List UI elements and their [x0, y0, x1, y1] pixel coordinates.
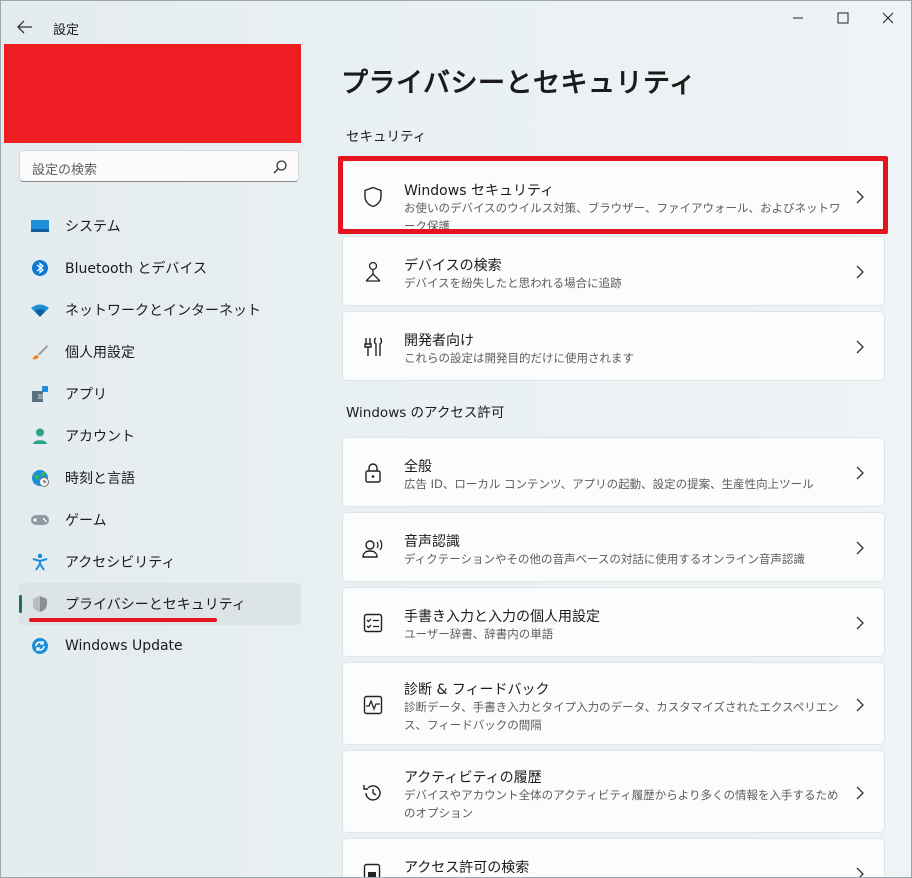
- person-icon: [30, 426, 50, 446]
- app-title: 設定: [53, 23, 80, 38]
- card-search-permissions[interactable]: アクセス許可の検索: [342, 838, 885, 877]
- search-icon: [273, 160, 287, 174]
- card-title: 診断 & フィードバック: [404, 682, 550, 698]
- card-description: デバイスを紛失したと思われる場合に追跡: [404, 276, 622, 290]
- sidebar-item-personalization[interactable]: 個人用設定: [19, 331, 301, 373]
- sidebar-item-label: システム: [65, 219, 121, 235]
- card-title: アクティビティの履歴: [404, 770, 542, 786]
- card-title: 手書き入力と入力の個人用設定: [404, 609, 600, 625]
- card-general[interactable]: 全般 広告 ID、ローカル コンテンツ、アプリの起動、設定の提案、生産性向上ツー…: [342, 437, 885, 507]
- close-icon: [882, 12, 894, 24]
- maximize-button[interactable]: [826, 7, 860, 29]
- back-arrow-icon: [17, 20, 32, 34]
- globe-clock-icon: [30, 468, 50, 488]
- sidebar-item-label: ネットワークとインターネット: [65, 303, 261, 319]
- section-label-windows-permissions: Windows のアクセス許可: [346, 405, 505, 421]
- sidebar-item-label: プライバシーとセキュリティ: [65, 597, 246, 613]
- card-description: ディクテーションやその他の音声ベースの対話に使用するオンライン音声認識: [404, 552, 805, 566]
- sidebar-item-gaming[interactable]: ゲーム: [19, 499, 301, 541]
- wifi-icon: [30, 300, 50, 320]
- speech-icon: [361, 536, 385, 560]
- card-inking-typing[interactable]: 手書き入力と入力の個人用設定 ユーザー辞書、辞書内の単語: [342, 587, 885, 657]
- card-title: 開発者向け: [404, 333, 474, 349]
- back-button[interactable]: [13, 15, 37, 39]
- sidebar-item-network[interactable]: ネットワークとインターネット: [19, 289, 301, 331]
- bluetooth-icon: [30, 258, 50, 278]
- apps-icon: [30, 384, 50, 404]
- redacted-user-profile: [4, 44, 301, 143]
- card-description: デバイスやアカウント全体のアクティビティ履歴からより多くの情報を入手するためのオ…: [404, 788, 839, 820]
- card-description: これらの設定は開発目的だけに使用されます: [404, 351, 634, 365]
- sidebar-item-label: アカウント: [65, 429, 135, 445]
- sidebar-item-label: アプリ: [65, 387, 107, 403]
- sidebar-item-apps[interactable]: アプリ: [19, 373, 301, 415]
- sidebar-item-bluetooth[interactable]: Bluetooth とデバイス: [19, 247, 301, 289]
- chevron-right-icon: [856, 541, 864, 555]
- sidebar-item-label: Bluetooth とデバイス: [65, 261, 207, 277]
- sidebar-item-label: ゲーム: [65, 513, 107, 529]
- lock-icon: [361, 461, 385, 485]
- monitor-icon: [30, 216, 50, 236]
- sidebar-item-label: 時刻と言語: [65, 471, 135, 487]
- sidebar-nav: システム Bluetooth とデバイス ネットワークとインターネット 個人用設…: [19, 205, 301, 667]
- close-button[interactable]: [871, 7, 905, 29]
- minimize-button[interactable]: [781, 7, 815, 29]
- developer-tools-icon: [361, 335, 385, 359]
- card-title: デバイスの検索: [404, 258, 502, 274]
- card-description: 診断データ、手書き入力とタイプ入力のデータ、カスタマイズされたエクスペリエンス、…: [404, 700, 839, 732]
- search-placeholder: 設定の検索: [32, 163, 98, 178]
- card-title: 全般: [404, 459, 432, 475]
- card-description: ユーザー辞書、辞書内の単語: [404, 627, 554, 641]
- card-activity-history[interactable]: アクティビティの履歴 デバイスやアカウント全体のアクティビティ履歴からより多くの…: [342, 750, 885, 833]
- shield-icon: [30, 594, 50, 614]
- settings-window: 設定 設定の検索 システム Bluetooth とデバイス ネットワークとインタ…: [0, 0, 912, 878]
- card-find-my-device[interactable]: デバイスの検索 デバイスを紛失したと思われる場合に追跡: [342, 236, 885, 306]
- accessibility-icon: [30, 552, 50, 572]
- red-underline-annotation: [29, 618, 217, 622]
- card-title: アクセス許可の検索: [404, 860, 530, 876]
- chevron-right-icon: [856, 786, 864, 800]
- checklist-icon: [361, 611, 385, 635]
- search-permission-icon: [361, 861, 385, 877]
- sidebar-item-time-language[interactable]: 時刻と言語: [19, 457, 301, 499]
- active-indicator: [19, 595, 22, 613]
- gamepad-icon: [30, 510, 50, 530]
- maximize-icon: [837, 12, 849, 24]
- history-icon: [361, 781, 385, 805]
- title-bar: 設定: [1, 1, 911, 45]
- card-title: 音声認識: [404, 534, 460, 550]
- page-title: プライバシーとセキュリティ: [341, 68, 697, 99]
- sidebar-item-accounts[interactable]: アカウント: [19, 415, 301, 457]
- chevron-right-icon: [856, 340, 864, 354]
- chevron-right-icon: [856, 466, 864, 480]
- card-for-developers[interactable]: 開発者向け これらの設定は開発目的だけに使用されます: [342, 311, 885, 381]
- chevron-right-icon: [856, 867, 864, 877]
- chevron-right-icon: [856, 265, 864, 279]
- sidebar-item-label: Windows Update: [65, 638, 183, 654]
- section-label-security: セキュリティ: [346, 129, 427, 145]
- person-pin-icon: [361, 260, 385, 284]
- pulse-icon: [361, 693, 385, 717]
- sidebar-item-windows-update[interactable]: Windows Update: [19, 625, 301, 667]
- red-box-annotation: [338, 156, 888, 234]
- card-description: 広告 ID、ローカル コンテンツ、アプリの起動、設定の提案、生産性向上ツール: [404, 477, 814, 491]
- card-speech[interactable]: 音声認識 ディクテーションやその他の音声ベースの対話に使用するオンライン音声認識: [342, 512, 885, 582]
- sidebar-item-label: アクセシビリティ: [65, 555, 176, 571]
- search-input[interactable]: 設定の検索: [19, 150, 299, 182]
- chevron-right-icon: [856, 698, 864, 712]
- sidebar-item-system[interactable]: システム: [19, 205, 301, 247]
- sidebar-item-label: 個人用設定: [65, 345, 135, 361]
- sidebar-item-accessibility[interactable]: アクセシビリティ: [19, 541, 301, 583]
- paintbrush-icon: [30, 342, 50, 362]
- minimize-icon: [793, 17, 803, 19]
- update-icon: [30, 636, 50, 656]
- chevron-right-icon: [856, 616, 864, 630]
- card-diagnostics-feedback[interactable]: 診断 & フィードバック 診断データ、手書き入力とタイプ入力のデータ、カスタマイ…: [342, 662, 885, 745]
